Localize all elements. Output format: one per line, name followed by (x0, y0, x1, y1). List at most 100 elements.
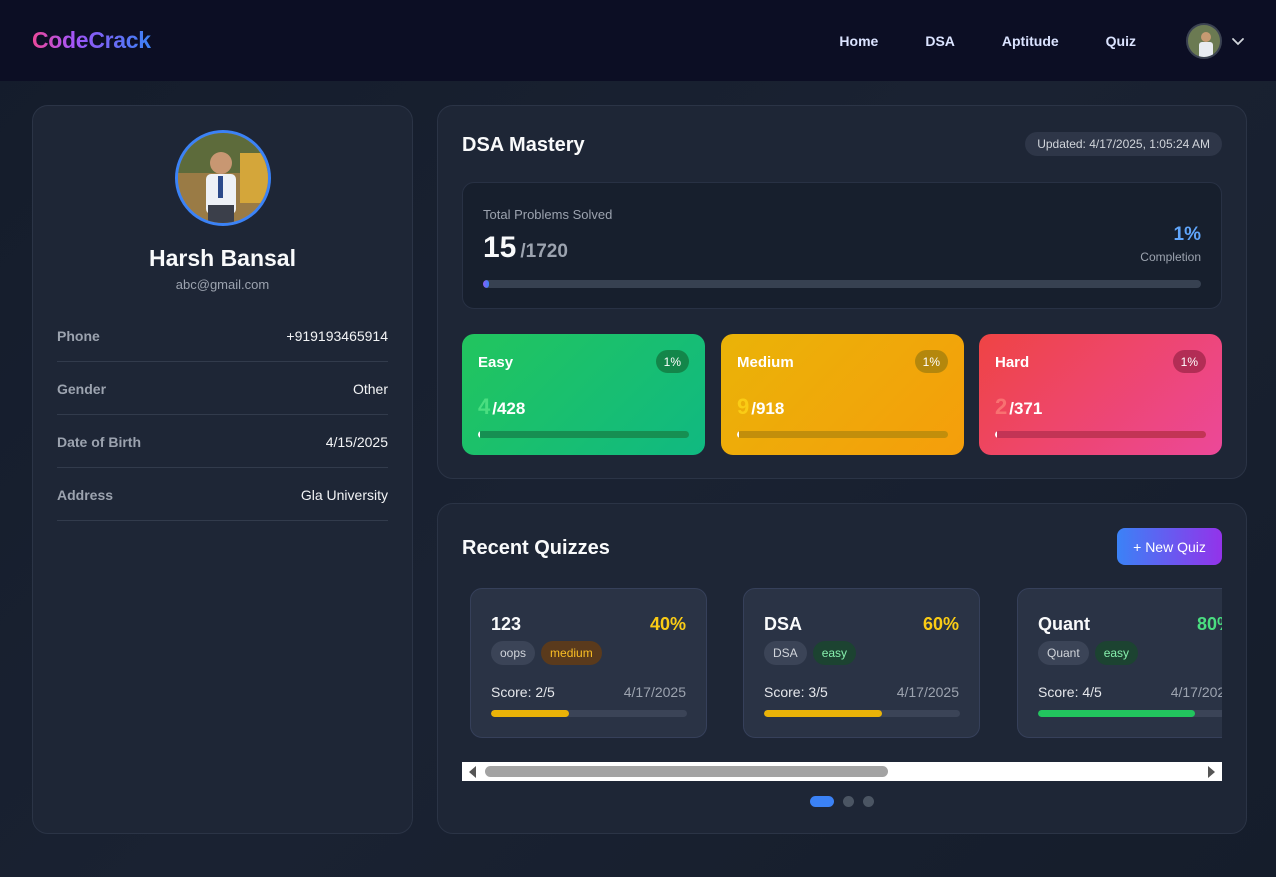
quiz-progress-bar (1038, 710, 1222, 717)
info-row-gender: Gender Other (57, 362, 388, 415)
completion-label: Completion (1140, 250, 1201, 264)
difficulty-progress-bar (737, 431, 948, 438)
quiz-item[interactable]: Quant 80% Quant easy Score: 4/5 4/17/202… (1017, 588, 1222, 738)
quiz-progress-fill (491, 710, 570, 717)
difficulty-tag: easy (812, 641, 857, 665)
profile-email: abc@gmail.com (175, 277, 270, 292)
total-progress-bar (483, 280, 1201, 288)
info-value: +919193465914 (286, 328, 388, 344)
difficulty-badge: 1% (1172, 350, 1206, 373)
difficulty-name: Easy (478, 354, 514, 371)
horizontal-scrollbar[interactable] (462, 762, 1222, 781)
difficulty-total: /428 (492, 399, 526, 418)
carousel-dot-2[interactable] (843, 796, 854, 807)
info-value: Other (352, 381, 388, 397)
difficulty-solved: 9 (737, 394, 750, 419)
nav-link-quiz[interactable]: Quiz (1106, 33, 1136, 49)
scroll-right-arrow-icon[interactable] (1208, 766, 1215, 778)
quiz-date: 4/17/2025 (896, 684, 959, 700)
info-value: Gla University (300, 487, 388, 503)
profile-name: Harsh Bansal (148, 245, 296, 271)
difficulty-name: Medium (737, 354, 794, 371)
chevron-down-icon[interactable] (1231, 34, 1245, 48)
nav-link-aptitude[interactable]: Aptitude (1002, 33, 1059, 49)
quiz-date: 4/17/2025 (1170, 684, 1222, 700)
total-problems-box: Total Problems Solved 15/1720 1% Complet… (462, 182, 1222, 309)
quiz-progress-bar (491, 710, 687, 717)
profile-photo-icon (178, 133, 268, 223)
quiz-progress-fill (1038, 710, 1195, 717)
info-row-phone: Phone +919193465914 (57, 309, 388, 362)
total-solved: 15/1720 (483, 231, 568, 265)
difficulty-tag: easy (1094, 641, 1139, 665)
total-label: Total Problems Solved (483, 207, 613, 222)
info-row-address: Address Gla University (57, 468, 388, 521)
nav-link-home[interactable]: Home (839, 33, 878, 49)
carousel-dot-3[interactable] (863, 796, 874, 807)
difficulty-progress-fill (478, 431, 481, 438)
difficulty-count: 2/371 (995, 394, 1042, 420)
quiz-percent: 40% (649, 614, 686, 634)
navbar: CodeCrack Home DSA Aptitude Quiz (0, 0, 1276, 81)
quiz-progress-fill (764, 710, 882, 717)
difficulty-solved: 4 (478, 394, 491, 419)
quiz-item[interactable]: 123 40% oops medium Score: 2/5 4/17/2025 (470, 588, 707, 738)
difficulty-count: 9/918 (737, 394, 784, 420)
dsa-mastery-card: DSA Mastery Updated: 4/17/2025, 1:05:24 … (437, 105, 1247, 479)
logo-part-code: Code (32, 27, 89, 53)
scroll-left-arrow-icon[interactable] (469, 766, 476, 778)
difficulty-count: 4/428 (478, 394, 525, 420)
difficulty-total: /371 (1009, 399, 1043, 418)
quiz-percent: 80% (1196, 614, 1222, 634)
quiz-score: Score: 2/5 (491, 684, 555, 700)
quiz-carousel[interactable]: 123 40% oops medium Score: 2/5 4/17/2025… (462, 588, 1222, 740)
info-label: Address (57, 487, 114, 503)
quiz-score: Score: 3/5 (764, 684, 828, 700)
easy-card[interactable]: Easy 1% 4/428 (462, 334, 705, 455)
topic-tag: Quant (1038, 641, 1089, 665)
quiz-percent: 60% (922, 614, 959, 634)
carousel-dot-1[interactable] (810, 796, 834, 807)
topic-tag: oops (491, 641, 536, 665)
profile-info-list: Phone +919193465914 Gender Other Date of… (57, 309, 388, 521)
info-value: 4/15/2025 (325, 434, 388, 450)
difficulty-solved: 2 (995, 394, 1008, 419)
medium-card[interactable]: Medium 1% 9/918 (721, 334, 964, 455)
quiz-progress-bar (764, 710, 960, 717)
difficulty-progress-fill (737, 431, 740, 438)
info-label: Gender (57, 381, 107, 397)
quiz-item[interactable]: DSA 60% DSA easy Score: 3/5 4/17/2025 (743, 588, 980, 738)
scrollbar-thumb[interactable] (485, 766, 888, 777)
user-avatar[interactable] (1186, 22, 1222, 59)
quiz-tags: Quant easy (1038, 641, 1144, 665)
total-count: /1720 (520, 241, 568, 262)
difficulty-total: /918 (751, 399, 785, 418)
recent-quizzes-card: Recent Quizzes + New Quiz 123 40% oops m… (437, 503, 1247, 834)
logo[interactable]: CodeCrack (32, 27, 151, 54)
quizzes-title: Recent Quizzes (462, 537, 610, 559)
difficulty-badge: 1% (655, 350, 689, 373)
info-row-dob: Date of Birth 4/15/2025 (57, 415, 388, 468)
quiz-title: 123 (491, 614, 522, 634)
nav-link-dsa[interactable]: DSA (925, 33, 955, 49)
updated-badge: Updated: 4/17/2025, 1:05:24 AM (1025, 132, 1222, 156)
difficulty-tag: medium (541, 641, 602, 665)
user-photo-icon (1188, 24, 1220, 57)
quiz-title: DSA (764, 614, 803, 634)
carousel-dots (810, 796, 883, 807)
info-label: Phone (57, 328, 100, 344)
quiz-score: Score: 4/5 (1038, 684, 1102, 700)
info-label: Date of Birth (57, 434, 141, 450)
quiz-date: 4/17/2025 (623, 684, 686, 700)
quiz-tags: oops medium (491, 641, 608, 665)
profile-avatar (175, 130, 271, 226)
difficulty-name: Hard (995, 354, 1030, 371)
mastery-title: DSA Mastery (462, 134, 585, 156)
logo-part-crack: Crack (88, 27, 151, 53)
hard-card[interactable]: Hard 1% 2/371 (979, 334, 1222, 455)
quiz-title: Quant (1038, 614, 1090, 634)
new-quiz-button[interactable]: + New Quiz (1117, 528, 1222, 565)
total-progress-fill (483, 280, 490, 288)
difficulty-badge: 1% (914, 350, 948, 373)
topic-tag: DSA (764, 641, 807, 665)
